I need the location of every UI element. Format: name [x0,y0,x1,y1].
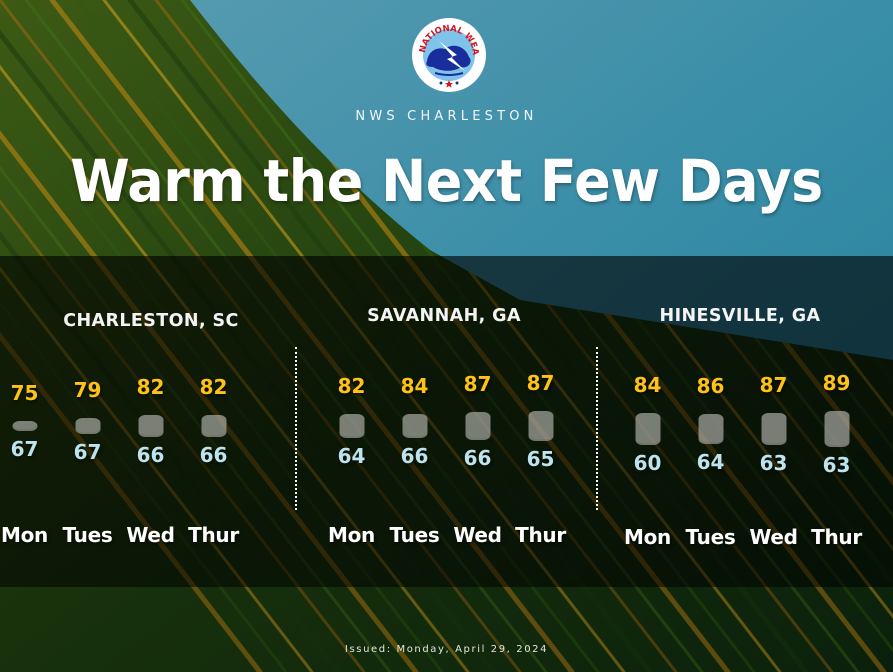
footer-band [0,587,893,672]
temp-range-bar [761,412,786,446]
high-temp-label: 82 [199,375,228,400]
low-temp-label: 65 [526,446,555,471]
temp-range-bar [339,413,364,439]
high-temp-label: 84 [400,373,429,398]
office-name: NWS CHARLESTON [355,109,538,124]
low-temp-label: 67 [10,436,39,461]
high-temp-label: 82 [337,373,366,398]
low-temp-label: 64 [696,449,725,474]
high-temp-label: 82 [136,375,165,400]
low-temp-label: 67 [73,439,102,464]
day-label: Wed [749,525,798,549]
low-temp-label: 66 [136,442,165,467]
panel-divider [596,347,598,510]
city-label: HINESVILLE, GA [659,306,821,326]
high-temp-label: 75 [10,381,39,406]
temp-range-bar [528,411,553,441]
high-temp-label: 84 [633,372,662,397]
temp-range-bar [12,421,37,431]
high-temp-label: 86 [696,374,725,399]
day-label: Tues [62,523,113,547]
temp-range-bar [824,411,849,447]
low-temp-label: 63 [822,452,851,477]
issued-date: Issued: Monday, April 29, 2024 [344,644,549,655]
day-label: Wed [126,523,175,547]
day-label: Mon [328,523,375,547]
day-label: Mon [1,523,48,547]
city-label: CHARLESTON, SC [63,311,239,331]
day-label: Thur [515,523,566,547]
day-label: Wed [453,523,502,547]
temp-range-bar [75,418,100,434]
high-temp-label: 87 [759,372,788,397]
day-label: Tues [389,523,440,547]
low-temp-label: 66 [199,442,228,467]
high-temp-label: 89 [822,371,851,396]
temp-range-bar [402,413,427,439]
low-temp-label: 63 [759,451,788,476]
low-temp-label: 60 [633,451,662,476]
temp-range-bar [201,415,226,437]
day-label: Tues [685,525,736,549]
low-temp-label: 66 [400,444,429,469]
day-label: Thur [188,523,239,547]
low-temp-label: 64 [337,444,366,469]
high-temp-label: 87 [526,371,555,396]
day-label: Thur [811,525,862,549]
high-temp-label: 87 [463,371,492,396]
headline: Warm the Next Few Days [70,147,823,215]
temp-range-bar [138,415,163,437]
temp-range-bar [698,414,723,444]
panel-divider [295,347,297,510]
day-label: Mon [624,525,671,549]
temp-range-bar [635,412,660,446]
low-temp-label: 66 [463,446,492,471]
temp-range-bar [465,411,490,441]
nws-logo-icon: NATIONAL WEATHER SERVICE [411,17,486,92]
city-label: SAVANNAH, GA [367,306,521,326]
high-temp-label: 79 [73,378,102,403]
